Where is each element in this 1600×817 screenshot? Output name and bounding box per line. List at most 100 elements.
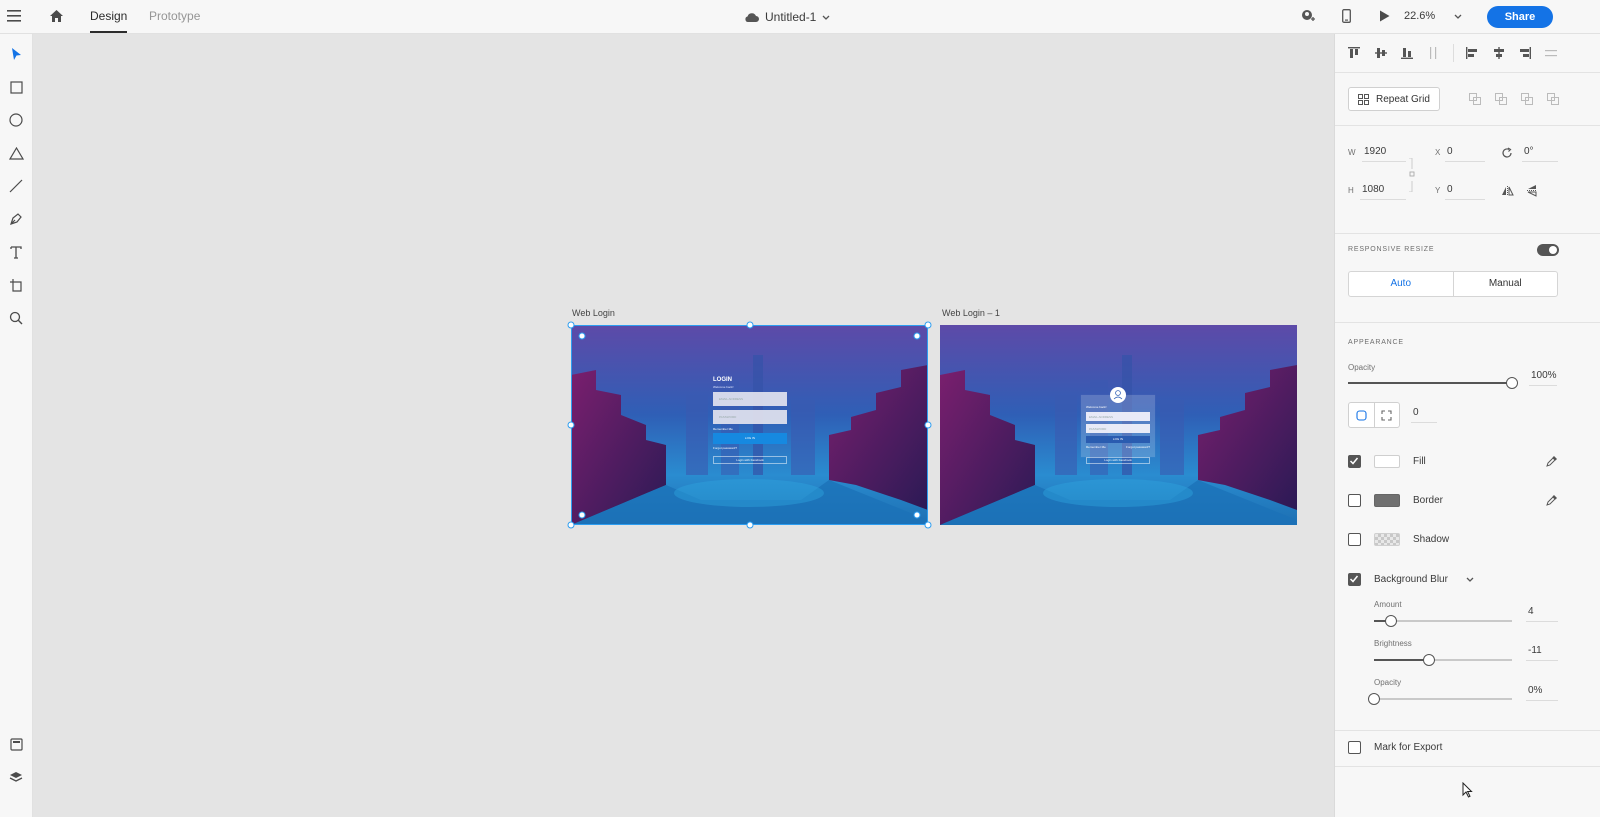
mobile-preview-icon[interactable] [1338,8,1354,24]
chevron-down-icon[interactable] [1464,574,1476,584]
eyedropper-icon[interactable] [1545,454,1559,468]
line-tool-icon[interactable] [6,176,26,196]
opacity-slider[interactable] [1348,376,1518,390]
fill-checkbox[interactable] [1348,455,1361,468]
distribute-vertical-icon[interactable] [1426,46,1440,60]
repeat-grid-icon [1358,93,1369,105]
rectangle-tool-icon[interactable] [6,77,26,97]
fill-color-swatch[interactable] [1374,455,1400,468]
repeat-grid-label: Repeat Grid [1376,93,1430,105]
background-blur-checkbox[interactable] [1348,573,1361,586]
share-button[interactable]: Share [1487,6,1553,28]
login-card-blur: Welcome back! EMAIL ADDRESS PASSWORD LOG… [1086,405,1150,475]
align-middle-icon[interactable] [1374,46,1388,60]
width-label: W [1348,148,1356,157]
width-field[interactable]: 1920 [1364,146,1386,157]
boolean-intersect-icon[interactable] [1520,92,1533,105]
shadow-checkbox[interactable] [1348,533,1361,546]
forgot-password-link: Forgot password? [1125,445,1150,449]
distribute-horizontal-icon[interactable] [1544,46,1558,60]
boolean-subtract-icon[interactable] [1494,92,1507,105]
chevron-down-icon [822,15,830,20]
select-tool-icon[interactable] [6,44,26,64]
blur-opacity-slider-knob [1368,693,1380,705]
cloud-icon [744,12,759,22]
artboard-label[interactable]: Web Login [572,308,615,318]
play-icon[interactable] [1376,8,1392,24]
zoom-chevron-down-icon[interactable] [1452,10,1464,22]
height-label: H [1348,186,1354,195]
top-bar: Design Prototype Untitled-1 22.6% Share [0,0,1600,34]
home-icon[interactable] [47,8,65,24]
mouse-cursor-icon [1462,782,1473,798]
border-color-swatch[interactable] [1374,494,1400,507]
tab-prototype[interactable]: Prototype [149,0,200,34]
align-center-icon[interactable] [1492,46,1506,60]
mark-for-export-checkbox[interactable] [1348,741,1361,754]
document-title[interactable]: Untitled-1 [744,0,830,34]
export-section: Mark for Export [1335,731,1600,767]
zoom-tool-icon[interactable] [6,308,26,328]
zoom-level[interactable]: 22.6% [1404,0,1435,34]
responsive-resize-toggle[interactable] [1537,244,1559,256]
assets-panel-icon[interactable] [6,734,26,754]
resize-auto-option[interactable]: Auto [1349,272,1454,296]
appearance-title: APPEARANCE [1348,339,1404,346]
boolean-exclude-icon[interactable] [1546,92,1559,105]
blur-amount-value[interactable]: 4 [1528,606,1534,617]
polygon-tool-icon[interactable] [6,143,26,163]
selection-handles[interactable] [564,319,936,532]
opacity-slider-knob [1506,377,1518,389]
background-blur-label: Background Blur [1374,574,1448,585]
align-left-icon[interactable] [1465,46,1479,60]
welcome-text: Welcome back! [1086,405,1107,409]
align-right-icon[interactable] [1518,46,1532,60]
eyedropper-icon[interactable] [1545,493,1559,507]
canvas[interactable]: Web Login Web Login – 1 LOGIN Welcome ba… [34,34,1334,817]
x-label: X [1435,148,1441,157]
flip-vertical-icon[interactable] [1525,183,1539,197]
blur-amount-slider[interactable] [1374,614,1514,628]
blur-brightness-slider[interactable] [1374,653,1514,667]
opacity-label: Opacity [1348,363,1376,372]
y-label: Y [1435,186,1441,195]
artboard-web-login-1[interactable]: Welcome back! EMAIL ADDRESS PASSWORD LOG… [940,325,1297,525]
x-field[interactable]: 0 [1447,146,1453,157]
hamburger-menu-icon[interactable] [6,8,22,24]
height-field[interactable]: 1080 [1362,184,1384,195]
flip-horizontal-icon[interactable] [1500,184,1514,198]
blur-brightness-value[interactable]: -11 [1528,645,1542,656]
y-field[interactable]: 0 [1447,184,1453,195]
lock-aspect-icon[interactable] [1407,158,1417,192]
blur-opacity-value[interactable]: 0% [1528,685,1542,696]
tool-bar [0,34,33,817]
opacity-value[interactable]: 100% [1531,370,1557,381]
blur-opacity-slider[interactable] [1368,692,1514,706]
artboard-label[interactable]: Web Login – 1 [942,308,1000,318]
corner-radius-field[interactable]: 0 [1413,407,1419,418]
text-tool-icon[interactable] [6,242,26,262]
border-checkbox[interactable] [1348,494,1361,507]
login-button: LOG IN [1086,436,1150,443]
artboard-tool-icon[interactable] [6,275,26,295]
tab-design[interactable]: Design [90,0,128,34]
shadow-color-swatch[interactable] [1374,533,1400,546]
all-corners-icon[interactable] [1349,403,1375,427]
ellipse-tool-icon[interactable] [6,110,26,130]
pen-tool-icon[interactable] [6,209,26,229]
individual-corners-icon[interactable] [1375,403,1400,427]
align-bottom-icon[interactable] [1400,46,1414,60]
layers-panel-icon[interactable] [6,767,26,787]
align-top-icon[interactable] [1347,46,1361,60]
rotation-field[interactable]: 0° [1524,146,1534,157]
mark-for-export-label: Mark for Export [1374,742,1443,753]
repeat-grid-button[interactable]: Repeat Grid [1348,87,1440,111]
brightness-slider-knob [1423,654,1435,666]
boolean-add-icon[interactable] [1468,92,1481,105]
corner-mode-buttons [1348,402,1400,428]
transform-section: W 1920 X 0 0° H 1080 Y 0 [1335,126,1600,234]
align-toolbar [1335,34,1600,73]
user-invite-icon[interactable] [1300,8,1316,24]
resize-mode-segmented-control: Auto Manual [1348,271,1558,297]
resize-manual-option[interactable]: Manual [1454,272,1558,296]
